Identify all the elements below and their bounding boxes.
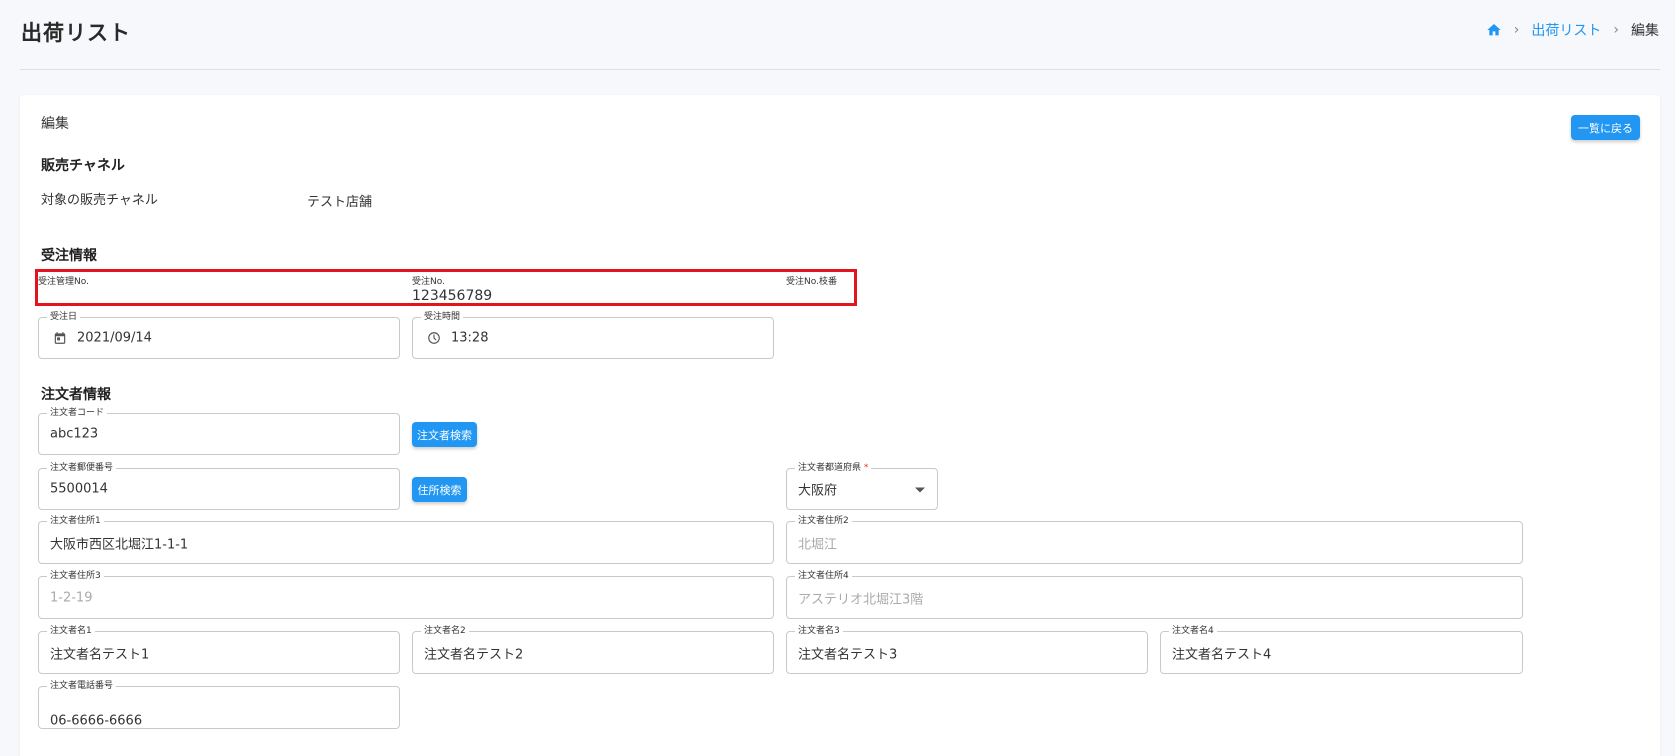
channel-value: テスト店舗 (307, 195, 373, 210)
header-divider (20, 69, 1660, 70)
order-time-value: 13:28 (451, 330, 489, 346)
orderer-address2-label: 注文者住所2 (795, 515, 852, 527)
orderer-name1-label: 注文者名1 (47, 625, 95, 637)
section-title-orderer: 注文者情報 (41, 387, 111, 403)
orderer-code-label: 注文者コード (47, 407, 108, 419)
orderer-name3-label: 注文者名3 (795, 625, 843, 637)
order-time-label: 受注時間 (421, 311, 464, 323)
orderer-name2-field[interactable]: 注文者名2 注文者名テスト2 (412, 625, 774, 674)
orderer-prefecture-select[interactable]: 注文者都道府県 * 大阪府 (786, 462, 938, 510)
channel-label: 対象の販売チャネル (41, 193, 158, 208)
breadcrumb-link-shipping-list[interactable]: 出荷リスト (1531, 20, 1601, 40)
orderer-name1-field[interactable]: 注文者名1 注文者名テスト1 (38, 625, 400, 674)
orderer-name4-value: 注文者名テスト4 (1172, 647, 1272, 662)
chevron-right-icon: › (1513, 22, 1520, 38)
orderer-prefecture-value: 大阪府 (798, 483, 838, 499)
section-title-channel: 販売チャネル (41, 158, 125, 174)
breadcrumb: › 出荷リスト › 編集 (1486, 20, 1659, 40)
chevron-down-icon[interactable] (915, 487, 925, 493)
order-date-field[interactable]: 受注日 2021/09/14 (38, 311, 400, 359)
page-title: 出荷リスト (21, 21, 131, 45)
orderer-address4-placeholder: アステリオ北堀江3階 (798, 592, 924, 607)
orderer-address4-label: 注文者住所4 (795, 570, 852, 582)
orderer-phone-label: 注文者電話番号 (47, 680, 117, 692)
card-title: 編集 (41, 116, 69, 132)
highlight-box (35, 269, 857, 306)
orderer-address1-field[interactable]: 注文者住所1 大阪市西区北堀江1-1-1 (38, 515, 774, 564)
orderer-zip-value: 5500014 (50, 481, 108, 497)
orderer-address2-placeholder: 北堀江 (798, 537, 838, 552)
section-title-order: 受注情報 (41, 248, 97, 264)
order-time-field[interactable]: 受注時間 13:28 (412, 311, 774, 359)
edit-card: 編集 一覧に戻る 販売チャネル 対象の販売チャネル テスト店舗 受注情報 受注管… (20, 95, 1660, 756)
orderer-name3-value: 注文者名テスト3 (798, 647, 898, 662)
orderer-address1-label: 注文者住所1 (47, 515, 104, 527)
back-to-list-button[interactable]: 一覧に戻る (1571, 115, 1640, 140)
calendar-icon[interactable] (53, 331, 67, 345)
orderer-address3-label: 注文者住所3 (47, 570, 104, 582)
orderer-zip-label: 注文者郵便番号 (47, 462, 117, 474)
clock-icon[interactable] (427, 331, 441, 345)
chevron-right-icon: › (1613, 22, 1619, 38)
orderer-address3-placeholder: 1-2-19 (50, 590, 93, 605)
home-icon[interactable] (1486, 22, 1502, 38)
orderer-phone-value: 06-6666-6666 (50, 713, 143, 729)
search-orderer-button[interactable]: 注文者検索 (412, 422, 477, 447)
order-date-label: 受注日 (47, 311, 81, 323)
breadcrumb-current: 編集 (1631, 23, 1659, 39)
orderer-zip-field[interactable]: 注文者郵便番号 5500014 (38, 462, 400, 510)
orderer-name2-label: 注文者名2 (421, 625, 469, 637)
order-date-value: 2021/09/14 (77, 330, 152, 346)
orderer-code-value: abc123 (50, 426, 99, 442)
orderer-code-field[interactable]: 注文者コード abc123 (38, 407, 400, 455)
search-address-button[interactable]: 住所検索 (412, 477, 467, 502)
orderer-phone-field[interactable]: 注文者電話番号 06-6666-6666 (38, 680, 400, 729)
orderer-name1-value: 注文者名テスト1 (50, 647, 150, 662)
orderer-name4-field[interactable]: 注文者名4 注文者名テスト4 (1160, 625, 1523, 674)
orderer-name2-value: 注文者名テスト2 (424, 647, 524, 662)
page-header: 出荷リスト › 出荷リスト › 編集 (0, 0, 1675, 70)
orderer-name4-label: 注文者名4 (1169, 625, 1217, 637)
orderer-address2-field[interactable]: 注文者住所2 北堀江 (786, 515, 1523, 564)
orderer-prefecture-label: 注文者都道府県 * (795, 462, 872, 474)
orderer-address4-field[interactable]: 注文者住所4 アステリオ北堀江3階 (786, 570, 1523, 619)
orderer-name3-field[interactable]: 注文者名3 注文者名テスト3 (786, 625, 1148, 674)
orderer-address1-value: 大阪市西区北堀江1-1-1 (50, 537, 189, 552)
orderer-address3-field[interactable]: 注文者住所3 1-2-19 (38, 570, 774, 619)
